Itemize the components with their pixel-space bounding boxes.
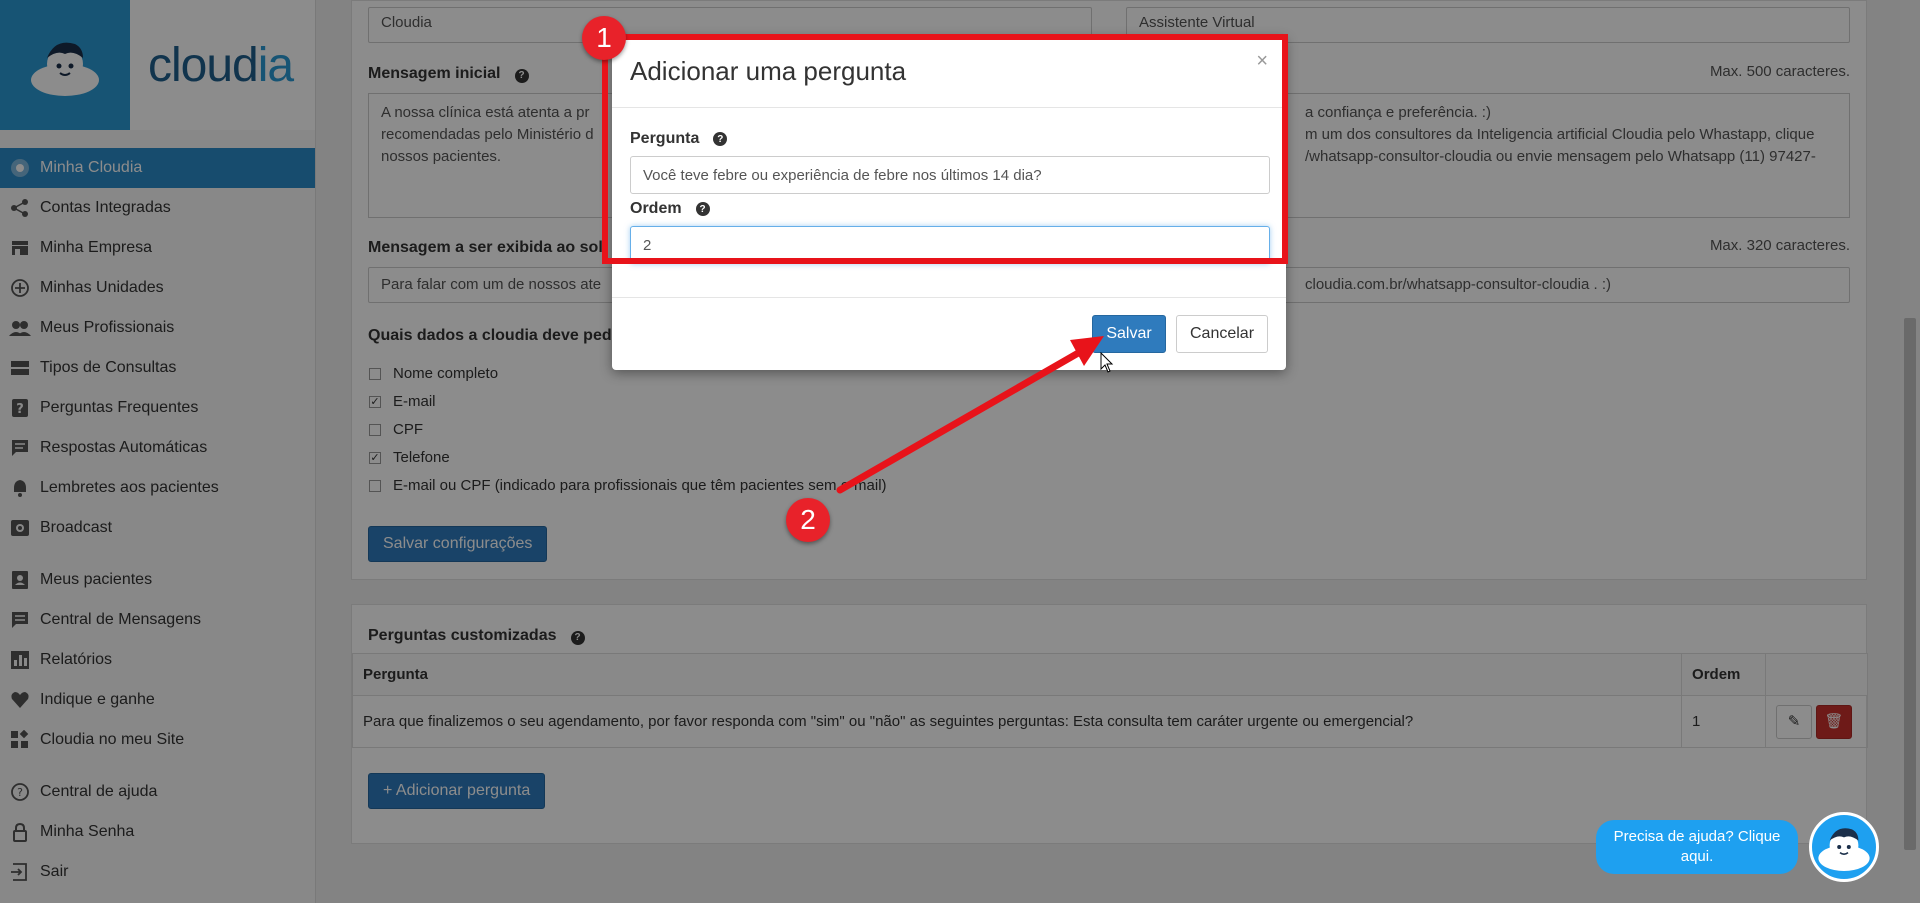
annotation-arrow [836,336,1104,494]
mouse-cursor-icon [1100,352,1114,373]
help-chat-bubble[interactable]: Precisa de ajuda? Clique aqui. [1596,820,1798,874]
help-mascot-icon[interactable] [1809,812,1879,882]
